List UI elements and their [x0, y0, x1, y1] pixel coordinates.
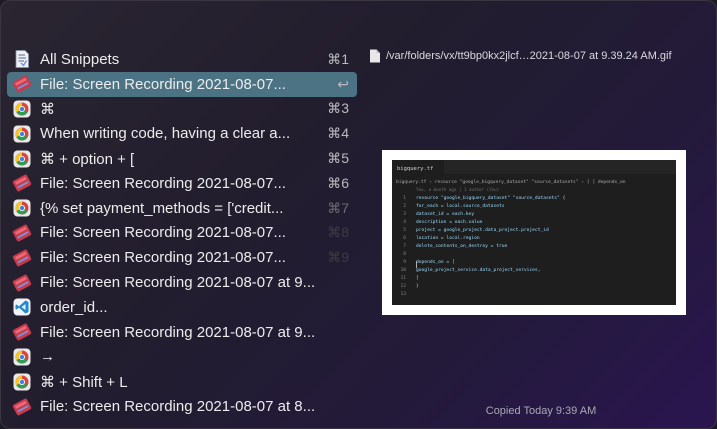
code-line: delete_contents_on_destroy = true	[416, 243, 508, 249]
history-item[interactable]: ⌘ + option + [ ⌘5	[7, 146, 357, 171]
history-item[interactable]: File: Screen Recording 2021-08-07... ⌘8	[7, 221, 357, 246]
line-number: 11	[400, 275, 406, 281]
code-line: description = each.value	[416, 219, 483, 225]
chrome-icon	[12, 372, 32, 392]
history-item-label: When writing code, having a clear a...	[40, 125, 291, 143]
history-item[interactable]: order_id...	[7, 295, 357, 320]
gif-file-icon	[12, 397, 32, 417]
history-item-label: →	[40, 348, 55, 366]
line-number: 3	[403, 211, 406, 217]
line-number: 2	[403, 203, 406, 209]
history-item-label: All Snippets	[40, 50, 120, 68]
code-line: dataset_id = each.key	[416, 211, 474, 217]
line-number: 6	[403, 235, 406, 241]
shortcut-hint: ⌘9	[327, 249, 349, 266]
history-item[interactable]: When writing code, having a clear a... ⌘4	[7, 121, 357, 146]
code-line: resource "google_bigquery_dataset" "sour…	[416, 195, 566, 201]
shortcut-hint: ⌘7	[327, 199, 349, 216]
history-item-label: ⌘	[40, 100, 55, 118]
chrome-icon	[12, 149, 32, 169]
code-screenshot: bigquery.tf bigquery.tf › resource "googl…	[392, 160, 676, 305]
return-key-hint: ↩	[337, 75, 349, 92]
history-item[interactable]: File: Screen Recording 2021-08-07 at 9..…	[7, 270, 357, 295]
history-item-label: ⌘ + option + [	[40, 150, 135, 168]
history-item-label: File: Screen Recording 2021-08-07...	[40, 174, 286, 192]
line-number: 10	[400, 267, 406, 273]
gif-file-icon	[12, 322, 32, 342]
code-line: for_each = local.source_datasets	[416, 203, 505, 209]
history-item-label: File: Screen Recording 2021-08-07...	[40, 224, 286, 242]
history-item-label: File: Screen Recording 2021-08-07 at 9..…	[40, 323, 316, 341]
editor-breadcrumb: bigquery.tf › resource "google_bigquery_…	[396, 179, 626, 185]
history-item-label: ⌘ + Shift + L	[40, 373, 128, 391]
line-number: 9	[403, 259, 406, 265]
shortcut-hint: ⌘3	[327, 100, 349, 117]
copied-timestamp: Copied Today 9:39 AM	[485, 405, 597, 417]
history-item-label: {% set payment_methods = ['credit...	[40, 199, 284, 217]
code-line: project = google_project.data_project.pr…	[416, 227, 549, 233]
history-item[interactable]: File: Screen Recording 2021-08-07 at 9..…	[7, 320, 357, 345]
clipboard-window: All Snippets ⌘1 File: Screen Recording 202…	[0, 0, 717, 429]
code-line: location = local.region	[416, 235, 480, 241]
chrome-icon	[12, 198, 32, 218]
preview-file-path: /var/folders/vx/tt9bp0kx2jlcf…2021-08-07…	[369, 46, 672, 66]
git-blame: You, a month ago | 1 author (You)	[416, 187, 499, 192]
history-item[interactable]: File: Screen Recording 2021-08-07... ⌘9	[7, 245, 357, 270]
history-item[interactable]: ⌘ ⌘3	[7, 97, 357, 122]
shortcut-hint: ⌘8	[327, 224, 349, 241]
history-item[interactable]: File: Screen Recording 2021-08-07 at 8..…	[7, 394, 357, 419]
history-item[interactable]: ⌘ + Shift + L	[7, 369, 357, 394]
history-item[interactable]: File: Screen Recording 2021-08-07... ↩	[7, 71, 357, 97]
text-cursor	[416, 261, 417, 268]
line-number: 12	[400, 283, 406, 289]
chrome-icon	[12, 347, 32, 367]
document-icon	[370, 49, 380, 63]
code-line: ]	[416, 275, 419, 281]
editor-tab-label: bigquery.tf	[397, 166, 433, 172]
code-line: }	[416, 283, 419, 289]
gif-file-icon	[12, 74, 32, 94]
shortcut-hint: ⌘1	[327, 50, 349, 67]
line-number: 7	[403, 243, 406, 249]
gif-file-icon	[12, 273, 32, 293]
gif-file-icon	[12, 173, 32, 193]
line-number: 13	[400, 291, 406, 297]
shortcut-hint: ⌘4	[327, 125, 349, 142]
code-line: depends_on = [	[416, 259, 455, 265]
history-item-label: File: Screen Recording 2021-08-07...	[40, 75, 286, 93]
shortcut-hint: ⌘5	[327, 150, 349, 167]
shortcut-hint: ⌘6	[327, 174, 349, 191]
line-number: 5	[403, 227, 406, 233]
gif-file-icon	[12, 223, 32, 243]
line-number: 4	[403, 219, 406, 225]
line-number: 8	[403, 251, 406, 257]
history-item-label: File: Screen Recording 2021-08-07 at 8..…	[40, 398, 316, 416]
history-item[interactable]: {% set payment_methods = ['credit... ⌘7	[7, 196, 357, 221]
chrome-icon	[12, 99, 32, 119]
snippets-icon	[12, 49, 32, 69]
line-number: 1	[403, 195, 406, 201]
chrome-icon	[12, 124, 32, 144]
history-item-label: File: Screen Recording 2021-08-07 at 9..…	[40, 274, 316, 292]
history-item[interactable]: All Snippets ⌘1	[7, 47, 357, 72]
gif-file-icon	[12, 248, 32, 268]
preview-image: bigquery.tf bigquery.tf › resource "googl…	[382, 150, 686, 315]
history-item[interactable]: →	[7, 345, 357, 370]
preview-path-text: /var/folders/vx/tt9bp0kx2jlcf…2021-08-07…	[386, 50, 672, 62]
history-list: All Snippets ⌘1 File: Screen Recording 202…	[7, 47, 357, 419]
history-item-label: File: Screen Recording 2021-08-07...	[40, 249, 286, 267]
vscode-icon	[12, 297, 32, 317]
history-item[interactable]: File: Screen Recording 2021-08-07... ⌘6	[7, 171, 357, 196]
code-line: google_project_service.data_project_serv…	[416, 267, 540, 273]
history-item-label: order_id...	[40, 298, 108, 316]
